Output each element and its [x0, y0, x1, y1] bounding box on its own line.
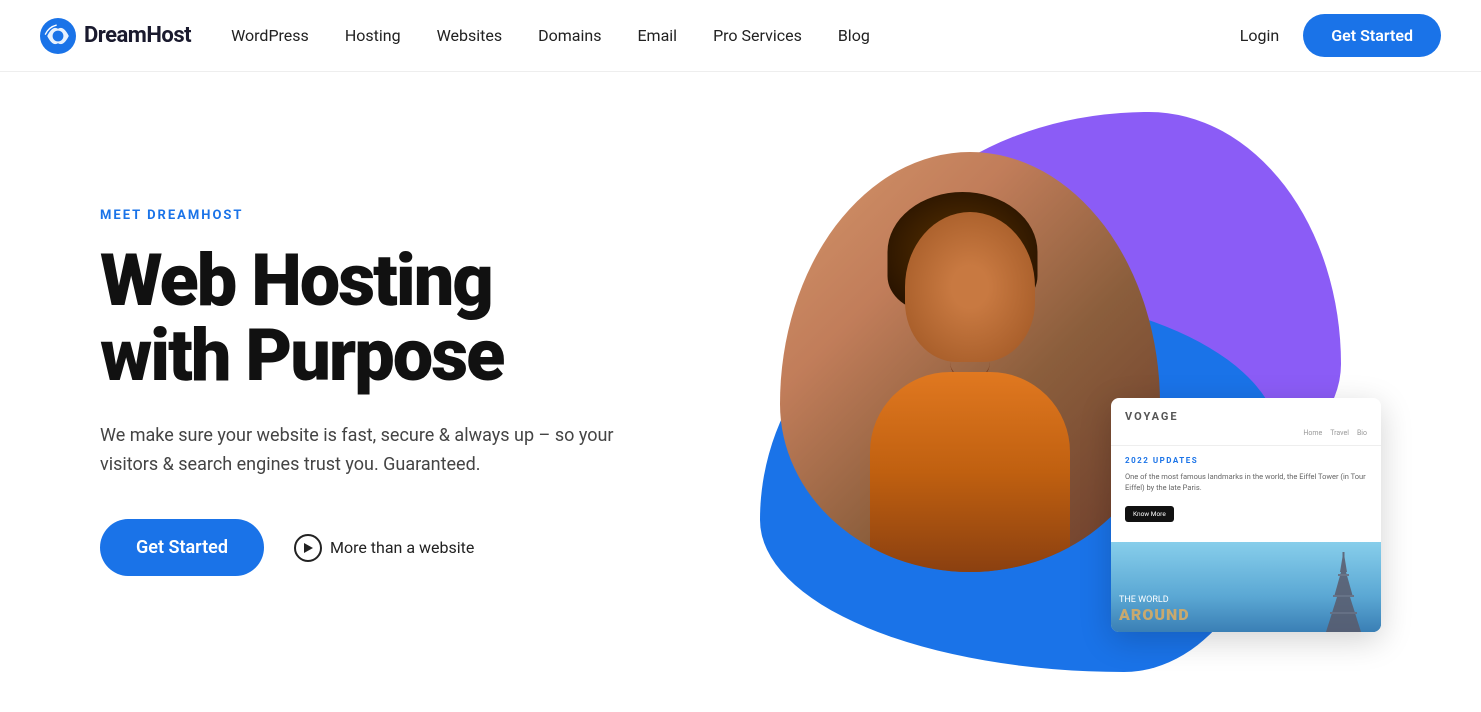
person-body: [870, 372, 1070, 572]
get-started-hero-button[interactable]: Get Started: [100, 519, 264, 576]
brand-name: DreamHost: [84, 23, 191, 48]
eiffel-tower-icon: [1321, 552, 1366, 632]
nav-item-blog[interactable]: Blog: [838, 26, 870, 45]
nav-item-hosting[interactable]: Hosting: [345, 26, 401, 45]
card-site-name: VOYAGE: [1125, 410, 1367, 423]
get-started-nav-button[interactable]: Get Started: [1303, 14, 1441, 57]
more-than-label: More than a website: [330, 538, 474, 557]
card-body: 2022 UPDATES One of the most famous land…: [1111, 446, 1381, 543]
card-around: AROUND: [1119, 605, 1190, 624]
card-header: VOYAGE Home Travel Bio: [1111, 398, 1381, 446]
nav-item-pro-services[interactable]: Pro Services: [713, 26, 802, 45]
card-nav-travel: Travel: [1330, 429, 1349, 437]
card-the-world: THE WORLD: [1119, 595, 1190, 605]
navbar: DreamHost WordPress Hosting Websites Dom…: [0, 0, 1481, 72]
nav-item-email[interactable]: Email: [637, 26, 677, 45]
hero-content: MEET DREAMHOST Web Hosting with Purpose …: [100, 208, 700, 577]
nav-item-websites[interactable]: Websites: [437, 26, 503, 45]
meet-label: MEET DREAMHOST: [100, 208, 700, 223]
card-nav-home: Home: [1303, 429, 1322, 437]
nav-right: Login Get Started: [1240, 14, 1441, 57]
play-triangle: [304, 543, 313, 553]
hero-actions: Get Started More than a website: [100, 519, 700, 576]
person-silhouette: [780, 152, 1160, 572]
hero-section: MEET DREAMHOST Web Hosting with Purpose …: [0, 72, 1481, 712]
website-card: VOYAGE Home Travel Bio 2022 UPDATES One …: [1111, 398, 1381, 633]
hero-subtitle: We make sure your website is fast, secur…: [100, 422, 620, 480]
nav-links: WordPress Hosting Websites Domains Email…: [231, 26, 1240, 45]
dreamhost-logo-icon: [40, 18, 76, 54]
login-link[interactable]: Login: [1240, 26, 1279, 45]
logo[interactable]: DreamHost: [40, 18, 191, 54]
card-image-area: THE WORLD AROUND: [1111, 542, 1381, 632]
card-world-text: THE WORLD AROUND: [1119, 595, 1190, 624]
card-know-more: Know More: [1125, 506, 1174, 522]
card-nav: Home Travel Bio: [1125, 429, 1367, 437]
more-than-link[interactable]: More than a website: [294, 534, 474, 562]
card-tag: 2022 UPDATES: [1125, 456, 1367, 465]
card-description: One of the most famous landmarks in the …: [1125, 471, 1367, 494]
hero-visual: VOYAGE Home Travel Bio 2022 UPDATES One …: [700, 92, 1401, 692]
hero-title: Web Hosting with Purpose: [100, 243, 700, 394]
person-photo: [780, 152, 1160, 572]
play-icon: [294, 534, 322, 562]
person-head: [905, 212, 1035, 362]
hero-title-line2: with Purpose: [100, 313, 503, 398]
card-nav-bio: Bio: [1357, 429, 1367, 437]
nav-item-wordpress[interactable]: WordPress: [231, 26, 309, 45]
hero-title-line1: Web Hosting: [100, 238, 492, 323]
nav-item-domains[interactable]: Domains: [538, 26, 601, 45]
